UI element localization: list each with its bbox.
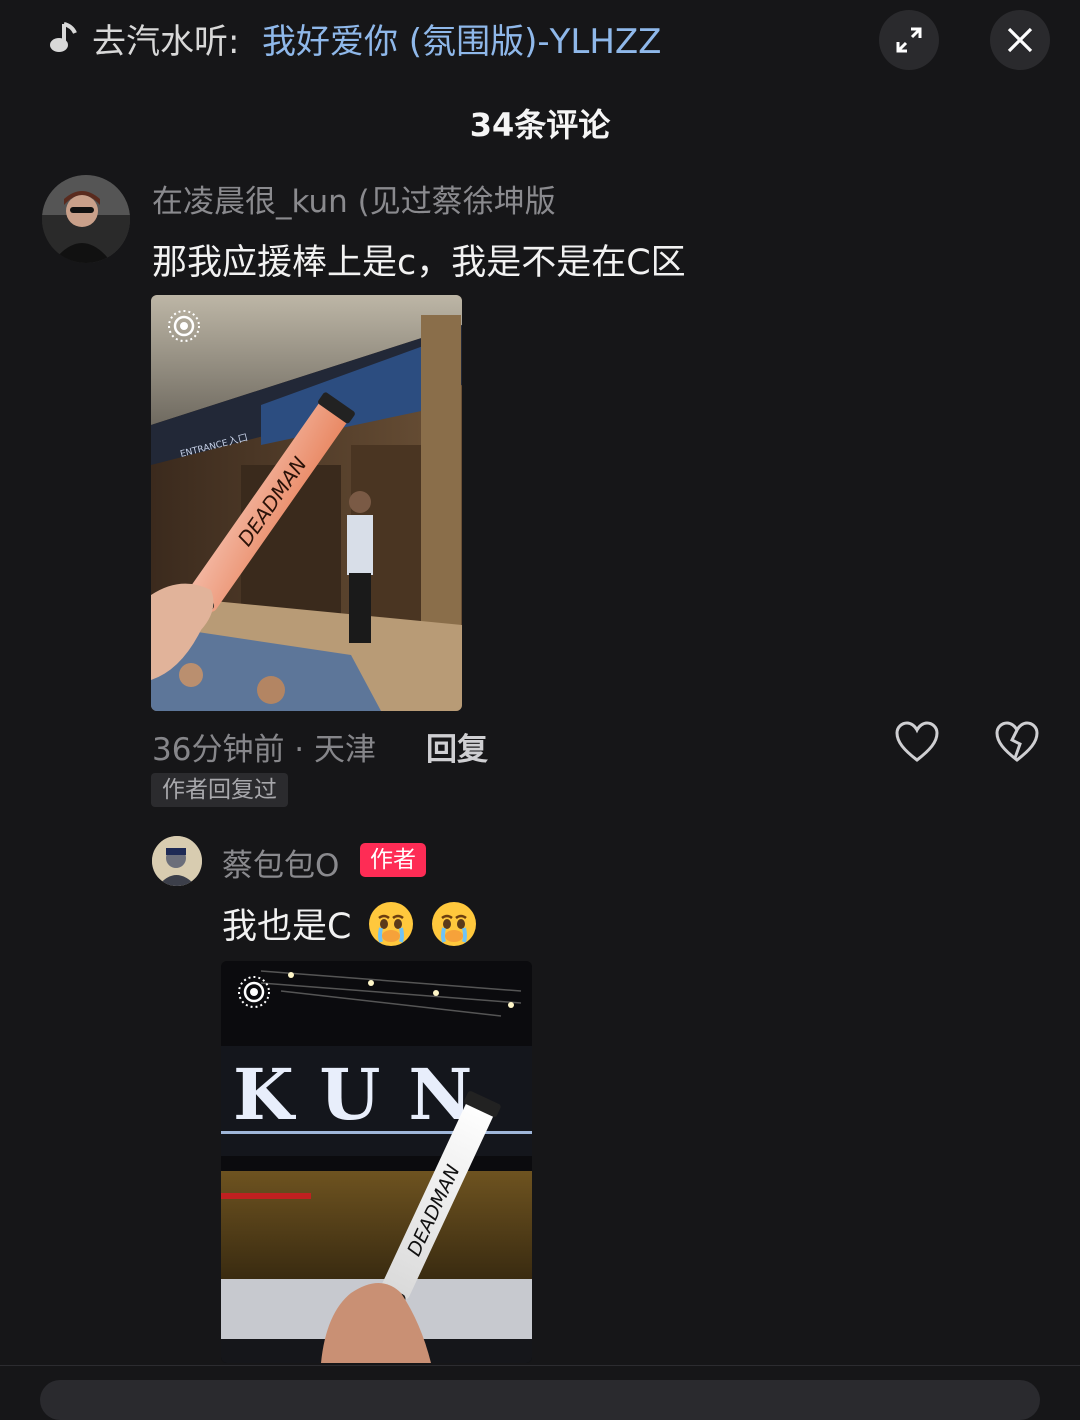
music-note-icon	[50, 22, 77, 52]
crying-face-emoji	[368, 902, 413, 946]
comment-meta: 36分钟前 · 天津	[152, 732, 377, 768]
divider	[0, 1365, 1080, 1366]
music-title-link[interactable]: 我好爱你 (氛围版)-YLHZZ	[262, 14, 661, 63]
avatar[interactable]	[152, 836, 202, 886]
live-photo-icon	[168, 310, 200, 342]
author-badge: 作者	[360, 843, 426, 877]
music-source-label: 去汽水听:	[92, 22, 240, 62]
crying-face-emoji	[431, 902, 476, 946]
avatar-image	[42, 175, 130, 263]
comment-username[interactable]: 在凌晨很_kun (见过蔡徐坤版	[152, 176, 556, 221]
author-replied-badge[interactable]: 作者回复过	[151, 773, 288, 807]
reply-text: 我也是C	[222, 907, 352, 947]
reply-username[interactable]: 蔡包包O	[222, 840, 339, 885]
avatar[interactable]	[42, 175, 130, 263]
photo-image: KUN DEADMAN	[221, 961, 532, 1363]
expand-button[interactable]	[879, 10, 939, 70]
close-icon	[1007, 27, 1033, 53]
comment-count-title: 34条评论	[469, 106, 611, 144]
reply-text-line: 我也是C	[222, 898, 478, 949]
photo-image: ENTRANCE 入口 DEADMAN	[151, 295, 462, 711]
reply-button[interactable]: 回复	[426, 724, 488, 769]
broken-heart-icon[interactable]	[994, 720, 1040, 764]
reply-photo[interactable]: KUN DEADMAN	[221, 961, 532, 1363]
heart-icon[interactable]	[894, 720, 940, 764]
live-photo-icon	[238, 976, 270, 1008]
expand-icon	[896, 27, 922, 53]
comment-input-bar[interactable]	[40, 1380, 1040, 1420]
comment-photo[interactable]: ENTRANCE 入口 DEADMAN	[151, 295, 462, 711]
comment-text: 那我应援棒上是c，我是不是在C区	[152, 243, 686, 283]
close-button[interactable]	[990, 10, 1050, 70]
avatar-image	[152, 836, 202, 886]
